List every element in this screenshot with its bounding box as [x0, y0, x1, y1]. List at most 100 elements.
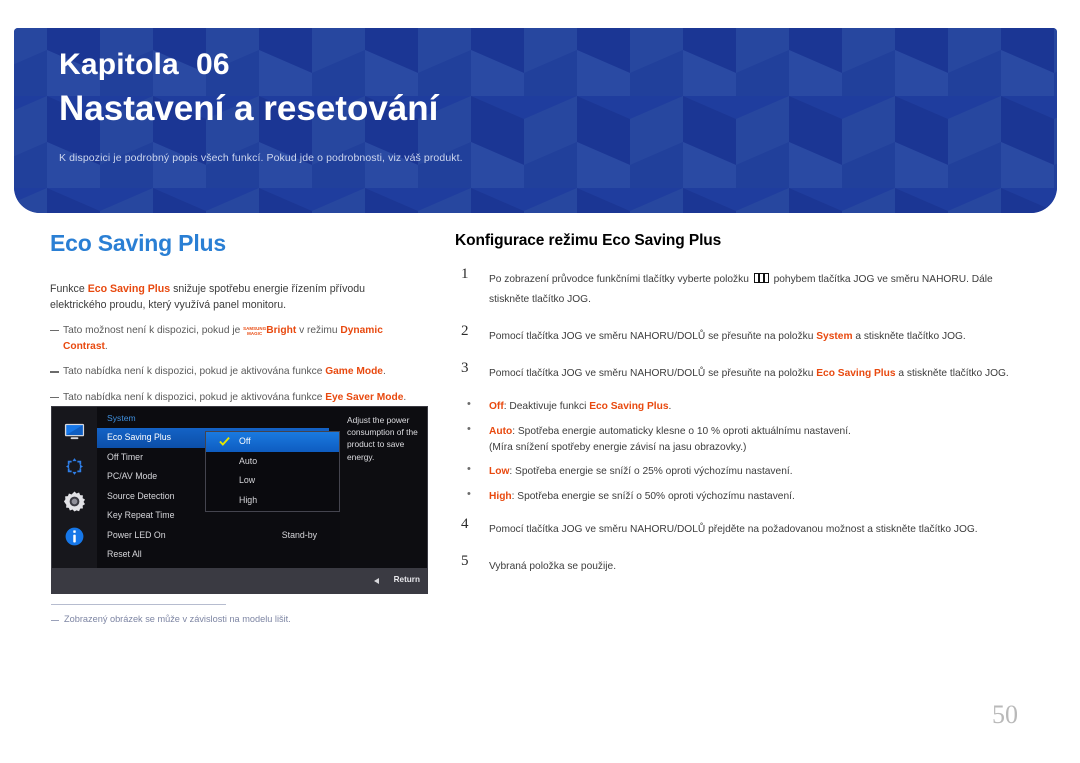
- osd-menu-item-label: Power LED On: [107, 529, 166, 540]
- osd-menu-item-value: Stand-by: [281, 529, 317, 540]
- step-5: 5 Vybraná položka se použije.: [455, 553, 1035, 576]
- option-bullet-desc-2: .: [668, 401, 672, 413]
- note1-bright: Bright: [266, 324, 297, 336]
- osd-icon-bar: [52, 407, 97, 570]
- option-bullet-keyword: Low: [489, 466, 510, 478]
- footnote-divider: [51, 604, 226, 605]
- step-1: 1 Po zobrazení průvodce funkčními tlačít…: [455, 266, 1035, 309]
- intro-paragraph: Funkce Eco Saving Plus snižuje spotřebu …: [50, 281, 410, 314]
- step-3-text: Pomocí tlačítka JOG ve směru NAHORU/DOLŮ…: [489, 368, 1009, 379]
- osd-submenu-item-label: High: [239, 494, 258, 505]
- step-2-number: 2: [461, 322, 469, 339]
- step-2-keyword: System: [816, 330, 853, 342]
- chapter-subtitle: K dispozici je podrobný popis všech funk…: [59, 152, 463, 164]
- chapter-label: Kapitola 06: [59, 48, 230, 81]
- note3-keyword: Eye Saver Mode: [325, 391, 404, 403]
- option-bullet-keyword: High: [489, 490, 512, 502]
- osd-menu-item-label: Reset All: [107, 549, 142, 559]
- osd-submenu-item[interactable]: Auto: [206, 452, 339, 472]
- option-bullet-text: High: Spotřeba energie se sníží o 50% op…: [489, 489, 1035, 505]
- intro-keyword: Eco Saving Plus: [87, 283, 171, 295]
- note-eye-saver-mode: Tato nabídka není k dispozici, pokud je …: [50, 390, 410, 406]
- step-1-text: Po zobrazení průvodce funkčními tlačítky…: [489, 273, 993, 305]
- note3-text-b: .: [403, 391, 407, 403]
- note3-text-a: Tato nabídka není k dispozici, pokud je …: [63, 391, 326, 403]
- option-bullet-desc: : Spotřeba energie se sníží o 50% oproti…: [511, 490, 795, 502]
- option-bullet-subtext: (Míra snížení spotřeby energie závisí na…: [489, 442, 747, 453]
- option-bullet-list: Off: Deaktivuje funkci Eco Saving Plus. A…: [455, 398, 1035, 505]
- osd-submenu-item[interactable]: High: [206, 491, 339, 511]
- option-bullet-desc: : Deaktivuje funkci: [503, 401, 590, 413]
- samsung-magic-logo: SAMSUNG MAGIC: [243, 326, 266, 336]
- osd-menu-item-label: PC/AV Mode: [107, 471, 158, 481]
- step-1-number: 1: [461, 266, 469, 282]
- step-5-text: Vybraná položka se použije.: [489, 560, 617, 572]
- osd-submenu-item[interactable]: Low: [206, 471, 339, 491]
- osd-menu-item[interactable]: Reset All: [97, 545, 329, 565]
- gear-icon: [63, 491, 86, 512]
- step-4-number: 4: [461, 515, 469, 532]
- note2-keyword: Game Mode: [325, 366, 383, 378]
- osd-menu-item[interactable]: Power LED On Stand-by: [97, 526, 329, 546]
- osd-footer-bar: Return: [52, 568, 427, 593]
- osd-menu-item-label: Key Repeat Time: [107, 510, 175, 520]
- left-column: Eco Saving Plus Funkce Eco Saving Plus s…: [50, 230, 410, 406]
- document-page: Kapitola 06 Nastavení a resetování K dis…: [0, 0, 1080, 763]
- note1-text-b: v režimu: [296, 324, 341, 336]
- osd-submenu-item-label: Low: [239, 475, 256, 485]
- step-2-text-a: Pomocí tlačítka JOG ve směru NAHORU/DOLŮ…: [489, 330, 817, 342]
- option-bullet-keyword: Auto: [489, 425, 513, 437]
- note-game-mode: Tato nabídka není k dispozici, pokud je …: [50, 364, 410, 380]
- chapter-title: Nastavení a resetování: [59, 88, 439, 128]
- osd-submenu-item[interactable]: Off: [206, 432, 339, 452]
- option-bullet-text: Off: Deaktivuje funkci Eco Saving Plus.: [489, 399, 1035, 415]
- option-bullet: Auto: Spotřeba energie automaticky klesn…: [455, 423, 1035, 457]
- step-2: 2 Pomocí tlačítka JOG ve směru NAHORU/DO…: [455, 322, 1035, 346]
- menu-glyph-icon: [753, 273, 769, 283]
- banner-text-block: Kapitola 06 Nastavení a resetování K dis…: [59, 46, 959, 164]
- osd-category-label: System: [107, 413, 136, 423]
- step-3-number: 3: [461, 359, 469, 376]
- osd-description-panel: Adjust the power consumption of the prod…: [340, 407, 427, 570]
- right-section-title: Konfigurace režimu Eco Saving Plus: [455, 232, 722, 249]
- osd-menu-item-label: Eco Saving Plus: [107, 432, 172, 442]
- osd-return-label: Return: [393, 575, 420, 584]
- option-bullet-text: Auto: Spotřeba energie automaticky klesn…: [489, 424, 1035, 440]
- osd-submenu-panel: Off Auto Low High: [205, 431, 340, 512]
- page-number: 50: [992, 700, 1018, 729]
- option-bullet: Off: Deaktivuje funkci Eco Saving Plus.: [455, 398, 1035, 415]
- checkmark-icon: [219, 437, 230, 446]
- step-4-text: Pomocí tlačítka JOG ve směru NAHORU/DOLŮ…: [489, 523, 978, 535]
- step-4: 4 Pomocí tlačítka JOG ve směru NAHORU/DO…: [455, 515, 1035, 539]
- note1-text-a: Tato možnost není k dispozici, pokud je: [63, 324, 244, 336]
- note2-text-a: Tato nabídka není k dispozici, pokud je …: [63, 366, 326, 378]
- option-bullet-desc: : Spotřeba energie automaticky klesne o …: [512, 425, 851, 437]
- osd-submenu-list: Off Auto Low High: [206, 432, 339, 510]
- footnote-block: Zobrazený obrázek se může v závislosti n…: [51, 604, 381, 624]
- step-3-keyword: Eco Saving Plus: [816, 367, 896, 379]
- note-dynamic-contrast: Tato možnost není k dispozici, pokud je …: [50, 323, 410, 356]
- note2-text-b: .: [382, 366, 386, 378]
- osd-screenshot: System Eco Saving Plus Off Timer PC/AV Mod…: [51, 406, 428, 594]
- step-2-text-b: a stiskněte tlačítko JOG.: [852, 330, 966, 342]
- page-title: Eco Saving Plus: [50, 230, 226, 256]
- intro-text-a: Funkce: [50, 283, 88, 295]
- logo-line-magic: MAGIC: [247, 330, 263, 336]
- information-icon: [65, 527, 84, 546]
- option-bullet-keyword-2: Eco Saving Plus: [589, 401, 669, 413]
- option-bullet: Low: Spotřeba energie se sníží o 25% opr…: [455, 463, 1035, 480]
- step-3: 3 Pomocí tlačítka JOG ve směru NAHORU/DO…: [455, 359, 1035, 383]
- screen-adjust-icon: [66, 458, 83, 475]
- option-bullet: High: Spotřeba energie se sníží o 50% op…: [455, 488, 1035, 505]
- step-3-text-a: Pomocí tlačítka JOG ve směru NAHORU/DOLŮ…: [489, 367, 817, 379]
- back-arrow-icon: [374, 578, 379, 584]
- chapter-banner: Kapitola 06 Nastavení a resetování K dis…: [14, 28, 1057, 213]
- osd-menu-item-label: Source Detection: [107, 490, 175, 501]
- right-column: Konfigurace režimu Eco Saving Plus 1 Po …: [455, 232, 1035, 593]
- osd-submenu-item-label: Auto: [239, 455, 258, 466]
- display-icon: [64, 423, 85, 440]
- option-bullet-keyword: Off: [489, 401, 504, 413]
- note1-text-c: .: [104, 341, 108, 353]
- step-3-text-b: a stiskněte tlačítko JOG.: [895, 367, 1009, 379]
- step-1-text-a: Po zobrazení průvodce funkčními tlačítky…: [489, 274, 752, 285]
